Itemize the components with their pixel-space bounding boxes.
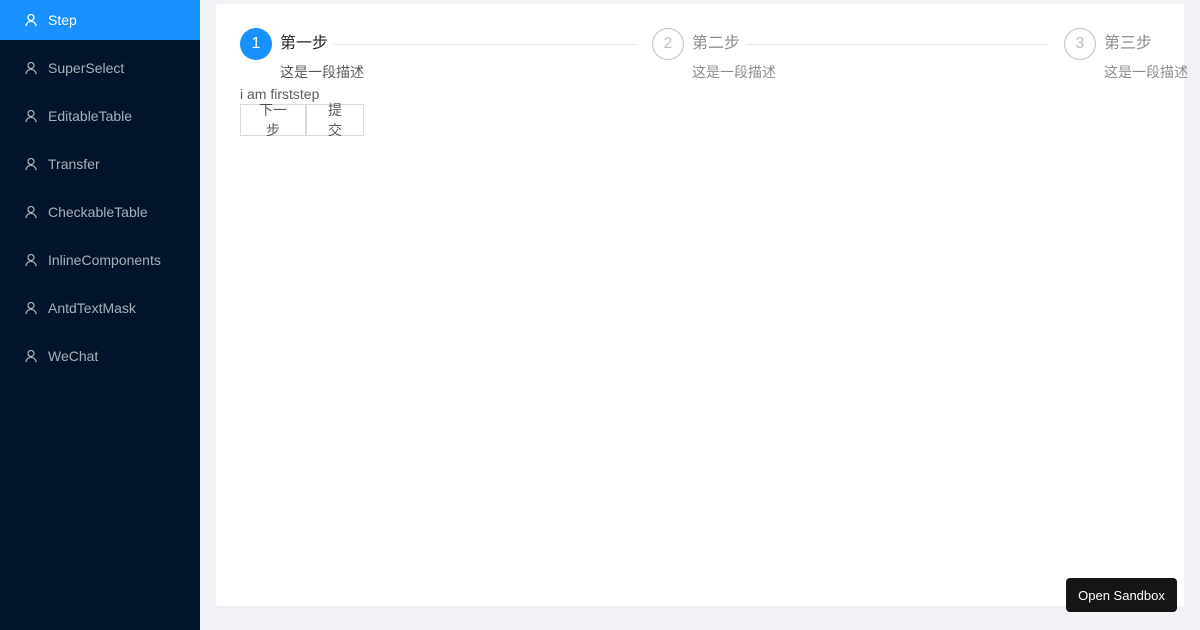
step-title: 第三步 — [1104, 35, 1153, 52]
sidebar-item-antdtextmask[interactable]: AntdTextMask — [0, 288, 200, 328]
sidebar-item-label: EditableTable — [48, 108, 133, 124]
step-number: 1 — [240, 28, 272, 60]
sidebar-item-inlinecomponents[interactable]: InlineComponents — [0, 240, 200, 280]
step-number: 3 — [1064, 28, 1096, 60]
step-title: 第二步 — [692, 35, 741, 52]
steps: 1 第一步 这是一段描述 2 第二步 这是一段描述 3 第三步 这是一段描述 — [240, 28, 1188, 88]
sidebar: Step SuperSelect EditableTable Transfer … — [0, 0, 200, 630]
next-step-button[interactable]: 下一步 — [240, 102, 306, 138]
sidebar-item-wechat[interactable]: WeChat — [0, 336, 200, 376]
user-icon — [24, 13, 38, 27]
sidebar-item-checkabletable[interactable]: CheckableTable — [0, 192, 200, 232]
submit-button[interactable]: 提 交 — [306, 102, 364, 138]
sidebar-item-step[interactable]: Step — [0, 0, 200, 40]
open-sandbox-button[interactable]: Open Sandbox — [1066, 578, 1177, 612]
step-connector — [746, 44, 1048, 45]
sidebar-item-label: CheckableTable — [48, 204, 148, 220]
user-icon — [24, 61, 38, 75]
user-icon — [24, 157, 38, 171]
step-actions: 下一步 提 交 — [240, 102, 364, 138]
user-icon — [24, 109, 38, 123]
user-icon — [24, 301, 38, 315]
step-description: 这是一段描述 — [692, 64, 776, 80]
sidebar-item-superselect[interactable]: SuperSelect — [0, 48, 200, 88]
sidebar-item-label: WeChat — [48, 348, 99, 364]
user-icon — [24, 205, 38, 219]
sidebar-item-label: Transfer — [48, 156, 100, 172]
main-content: 1 第一步 这是一段描述 2 第二步 这是一段描述 3 第三步 这是一段描述 i… — [216, 4, 1188, 606]
sidebar-item-label: Step — [48, 12, 77, 28]
sidebar-item-editabletable[interactable]: EditableTable — [0, 96, 200, 136]
sidebar-item-label: InlineComponents — [48, 252, 161, 268]
step-connector — [334, 44, 636, 45]
step-title: 第一步 — [280, 35, 329, 52]
sidebar-item-label: SuperSelect — [48, 60, 125, 76]
step-description: 这是一段描述 — [1104, 64, 1188, 80]
step-description: 这是一段描述 — [280, 64, 364, 80]
user-icon — [24, 349, 38, 363]
user-icon — [24, 253, 38, 267]
step-number: 2 — [652, 28, 684, 60]
sidebar-item-label: AntdTextMask — [48, 300, 136, 316]
sidebar-item-transfer[interactable]: Transfer — [0, 144, 200, 184]
